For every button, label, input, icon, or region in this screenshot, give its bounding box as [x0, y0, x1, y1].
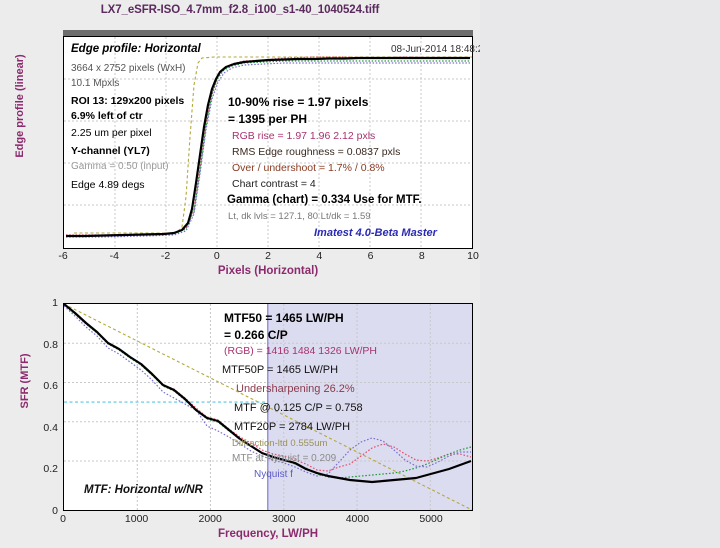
edge-info-4: 2.25 um per pixel [71, 127, 152, 139]
edge-timestamp: 08-Jun-2014 18:48:29 [391, 44, 489, 55]
mtf-ytick-3: 0.6 [43, 380, 58, 393]
edge-xtick-4: 2 [265, 250, 271, 262]
mtf20p: MTF20P = 2784 LW/PH [234, 421, 351, 433]
edge-info-3: 6.9% left of ctr [71, 110, 143, 122]
edge-xtick-5: 4 [316, 250, 323, 262]
edge-rise-2: = 1395 per PH [228, 112, 308, 126]
edge-xtick-0: -6 [58, 250, 68, 262]
edge-info-7: Edge 4.89 degs [71, 179, 145, 191]
edge-xtick-2: -2 [160, 250, 171, 262]
edge-xlabel: Pixels (Horizontal) [217, 265, 319, 277]
mtf-ytick-0: 0 [52, 505, 58, 517]
edge-info-5: Y-channel (YL7) [71, 145, 150, 157]
edge-profile-plot: Edge profile: Horizontal 08-Jun-2014 18:… [63, 36, 489, 249]
edge-levels: Lt, dk lvls = 127.1, 80 Lt/dk = 1.59 [228, 211, 371, 222]
edge-contrast: Chart contrast = 4 [232, 178, 316, 190]
watermark: Imatest 4.0-Beta Master [314, 227, 437, 239]
mtf-xlabel: Frequency, LW/PH [217, 528, 319, 540]
control-panel: 3 1 2 4 5 6 7 8 11 12 9 10 13 14 [480, 0, 720, 548]
mtf50-line2: = 0.266 C/P [224, 328, 288, 342]
mtf-ytick-4: 0.8 [43, 338, 58, 351]
mtf-heading: MTF: Horizontal w/NR [84, 484, 203, 496]
edge-xtick-7: 8 [418, 250, 425, 262]
figure-title: LX7_eSFR-ISO_4.7mm_f2.8_i100_s1-40_10405… [100, 4, 380, 16]
edge-gamma: Gamma (chart) = 0.334 Use for MTF. [227, 194, 422, 206]
mtf50p: MTF50P = 1465 LW/PH [222, 364, 339, 376]
mtf50-line1: MTF50 = 1465 LW/PH [224, 311, 344, 325]
mtf-xtick-1: 1000 [124, 513, 149, 525]
mtf-xticks: 0 1000 2000 3000 4000 5000 [60, 513, 473, 527]
mtf-ytick-5: 1 [52, 297, 58, 309]
mtf-ytick-1: 0.2 [43, 463, 58, 476]
mtf-ytick-2: 0.4 [43, 421, 58, 434]
edge-info-1: 10.1 Mpxls [71, 78, 120, 89]
figure-area: LX7_eSFR-ISO_4.7mm_f2.8_i100_s1-40_10405… [0, 0, 489, 548]
edge-rise-1: 10-90% rise = 1.97 pixels [228, 95, 369, 109]
mtf-xtick-0: 0 [60, 513, 66, 525]
edge-xtick-3: 0 [213, 250, 220, 262]
mtf-xtick-5: 5000 [419, 513, 443, 525]
mtf-xtick-3: 3000 [272, 513, 296, 525]
mtf-at-nyquist: MTF at Nyquist = 0.209 [232, 453, 337, 464]
edge-info-2: ROI 13: 129x200 pixels [71, 95, 185, 107]
diffraction-label: Diffraction-ltd 0.555um [232, 438, 328, 449]
mtf-yticks: 0 0.2 0.4 0.6 0.8 1 [20, 297, 62, 517]
mtf-xtick-2: 2000 [198, 513, 222, 525]
edge-xtick-8: 10 [467, 250, 479, 262]
edge-info-0: 3664 x 2752 pixels (WxH) [71, 63, 186, 74]
mtf-rgb: (RGB) = 1416 1484 1326 LW/PH [224, 345, 378, 357]
nyquist-label: Nyquist f [254, 469, 293, 480]
edge-info-6: Gamma = 0.50 (input) [71, 161, 169, 172]
edge-heading: Edge profile: Horizontal [71, 43, 201, 55]
undersharpening: Undersharpening 26.2% [236, 383, 355, 395]
edge-rgb-rise: RGB rise = 1.97 1.96 2.12 pxls [232, 130, 376, 142]
mtf-at-cp: MTF @ 0.125 C/P = 0.758 [234, 402, 363, 414]
edge-xtick-6: 6 [367, 250, 374, 262]
edge-ylabel: Edge profile (linear) [14, 54, 26, 158]
mtf-plot: MTF50 = 1465 LW/PH = 0.266 C/P (RGB) = 1… [63, 303, 473, 511]
edge-xtick-1: -4 [109, 250, 119, 262]
edge-rms: RMS Edge roughness = 0.0837 pxls [232, 146, 401, 158]
mtf-xtick-4: 4000 [345, 513, 370, 525]
edge-overshoot: Over / undershoot = 1.7% / 0.8% [232, 162, 385, 174]
edge-xticks: -6 -4 -2 0 2 4 6 8 10 [58, 250, 479, 264]
imatest-window: LX7_eSFR-ISO_4.7mm_f2.8_i100_s1-40_10405… [0, 0, 720, 548]
